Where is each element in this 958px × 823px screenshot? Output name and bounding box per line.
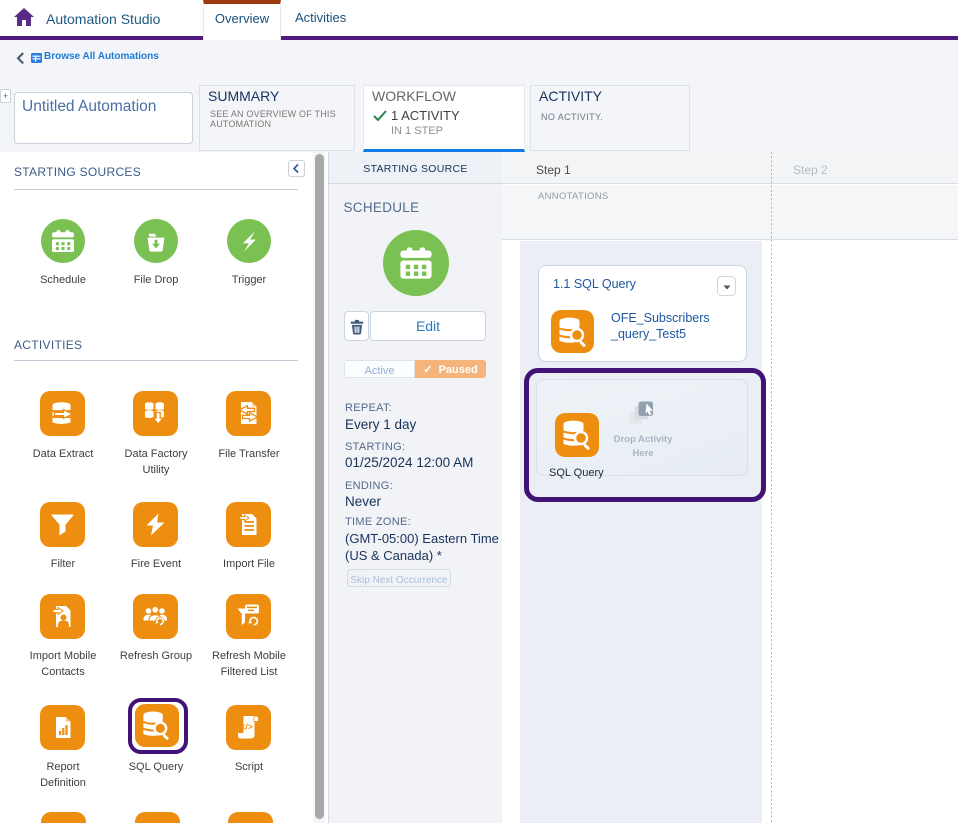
svg-text:</>: </>	[241, 722, 253, 732]
